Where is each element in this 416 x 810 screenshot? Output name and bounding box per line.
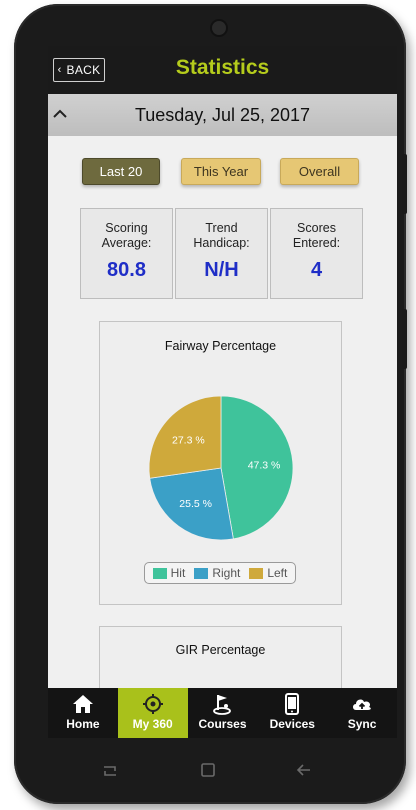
legend-swatch [194, 567, 209, 579]
filter-last-20-button[interactable]: Last 20 [82, 158, 160, 185]
tab-home[interactable]: Home [48, 688, 118, 738]
app-screen: ‹ BACK Statistics Tuesday, Jul 25, 2017 … [48, 46, 397, 738]
pie-data-label: 25.5 % [179, 498, 212, 510]
golf-flag-icon [213, 695, 232, 715]
chart-title: GIR Percentage [175, 643, 266, 657]
tab-label: Home [66, 717, 100, 731]
tab-my-360[interactable]: My 360 [117, 688, 188, 738]
stat-value: 4 [310, 259, 323, 281]
home-icon [72, 695, 93, 713]
bottom-tab-bar: Home My 360 Courses Devices Sync [48, 688, 397, 738]
stat-label: Scoring Average: [101, 221, 152, 250]
tab-sync[interactable]: Sync [327, 688, 397, 738]
tab-devices[interactable]: Devices [257, 688, 327, 738]
tab-label: Courses [198, 717, 247, 731]
legend-label: Hit [170, 566, 186, 580]
legend-swatch [249, 567, 264, 579]
top-bar: ‹ BACK Statistics [48, 46, 397, 94]
stat-value: N/H [204, 259, 239, 281]
tab-label: Devices [269, 717, 315, 731]
stat-scores-entered: Scores Entered: 4 [270, 208, 363, 299]
chart-legend: Hit Right Left [144, 562, 296, 584]
stat-label: Trend Handicap: [193, 221, 250, 250]
legend-label: Left [267, 566, 288, 580]
back-nav-icon[interactable] [296, 763, 312, 777]
stat-label: Scores Entered: [292, 221, 341, 250]
page-title: Statistics [175, 56, 270, 79]
home-nav-icon[interactable] [200, 762, 216, 778]
legend-swatch [152, 567, 167, 579]
phone-frame: ‹ BACK Statistics Tuesday, Jul 25, 2017 … [14, 4, 407, 804]
cloud-upload-icon [353, 699, 371, 710]
date-bar: Tuesday, Jul 25, 2017 [48, 94, 397, 136]
legend-item-left: Left [249, 566, 287, 580]
stat-value: 80.8 [107, 259, 146, 281]
front-camera [212, 21, 226, 35]
stat-trend-handicap: Trend Handicap: N/H [175, 208, 268, 299]
phone-icon [285, 693, 300, 715]
stat-scoring-average: Scoring Average: 80.8 [80, 208, 173, 299]
pie-data-label: 47.3 % [248, 459, 281, 471]
recent-apps-icon[interactable] [102, 764, 118, 778]
filter-overall-button[interactable]: Overall [280, 158, 359, 185]
tab-label: Sync [347, 717, 377, 731]
tab-label: My 360 [132, 717, 173, 731]
power-button [402, 309, 407, 369]
filter-this-year-button[interactable]: This Year [181, 158, 261, 185]
fairway-chart-card: Fairway Percentage 47.3 % 25.5 % 27.3 % Hi… [99, 321, 342, 605]
legend-label: Right [212, 566, 241, 580]
target-icon [142, 694, 163, 714]
volume-button [402, 154, 407, 214]
date-label: Tuesday, Jul 25, 2017 [134, 105, 311, 125]
pie-data-label: 27.3 % [172, 435, 205, 447]
legend-item-hit: Hit [152, 566, 186, 580]
legend-item-right: Right [194, 566, 240, 580]
tab-courses[interactable]: Courses [188, 688, 258, 738]
